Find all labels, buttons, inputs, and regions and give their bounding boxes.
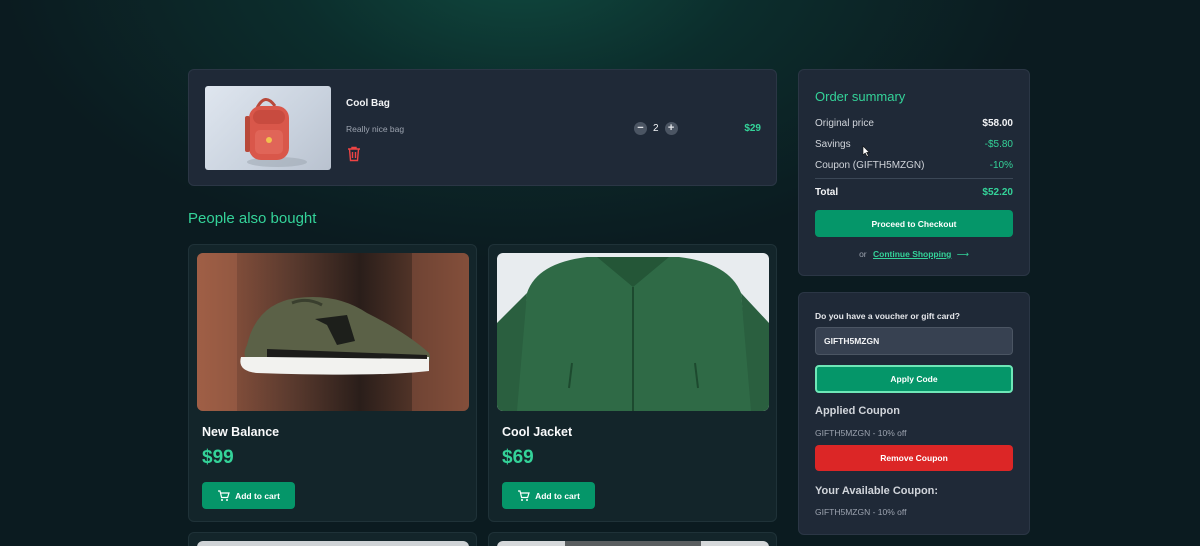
order-summary-title: Order summary [815,89,906,104]
applied-coupon-text: GIFTH5MZGN - 10% off [815,428,907,438]
continue-shopping-link[interactable]: Continue Shopping [873,249,951,259]
summary-row-savings: Savings -$5.80 [815,139,1013,150]
quantity-stepper: − 2 + [634,122,678,135]
product-image-cool-bag [205,86,331,170]
arrow-right-icon: ⟶ [956,249,969,259]
add-to-cart-button[interactable]: Add to cart [202,482,295,509]
voucher-question: Do you have a voucher or gift card? [815,311,961,321]
cart-icon [518,489,530,501]
voucher-code-input[interactable] [815,327,1013,355]
summary-divider [815,178,1013,179]
available-coupon-heading: Your Available Coupon: [815,485,939,497]
add-to-cart-button[interactable]: Add to cart [502,482,595,509]
cart-icon [218,489,230,501]
proceed-to-checkout-button[interactable]: Proceed to Checkout [815,210,1013,237]
mouse-cursor-icon [862,145,870,157]
summary-label: Savings [815,139,851,150]
product-image-new-balance[interactable] [197,253,469,411]
voucher-panel: Do you have a voucher or gift card? Appl… [798,292,1030,535]
product-card: New Balance $99 Add to cart [188,244,477,522]
plus-icon[interactable]: + [664,122,678,135]
order-summary-panel: Order summary Original price $58.00 Savi… [798,69,1030,276]
summary-row-coupon: Coupon (GIFTH5MZGN) -10% [815,160,1013,171]
product-image[interactable] [497,541,769,546]
continue-shopping-row: or Continue Shopping ⟶ [799,249,1029,260]
summary-value: -$5.80 [984,139,1013,150]
available-coupon-text: GIFTH5MZGN - 10% off [815,507,907,517]
total-label: Total [815,187,839,198]
summary-row-original-price: Original price $58.00 [815,118,1013,129]
apply-code-button[interactable]: Apply Code [815,365,1013,393]
cart-item-name: Cool Bag [346,98,390,109]
minus-icon[interactable]: − [634,122,647,135]
product-price: $99 [202,447,234,468]
quantity-value: 2 [653,123,659,134]
cart-item-price: $29 [744,123,761,134]
product-image[interactable] [197,541,469,546]
add-to-cart-label: Add to cart [535,490,580,501]
or-text: or [859,249,867,259]
cart-item-description: Really nice bag [346,124,405,134]
add-to-cart-label: Add to cart [235,490,280,501]
summary-value: $58.00 [982,118,1013,129]
product-card: Cool Jacket $69 Add to cart [488,244,777,522]
summary-label: Original price [815,118,874,129]
trash-icon[interactable] [347,146,361,162]
applied-coupon-heading: Applied Coupon [815,405,900,417]
summary-row-total: Total $52.20 [815,187,1013,198]
summary-label: Coupon (GIFTH5MZGN) [815,160,925,171]
product-name: Cool Jacket [502,425,573,439]
product-card [188,532,477,546]
total-value: $52.20 [982,187,1013,198]
section-title: People also bought [188,210,317,227]
product-card [488,532,777,546]
remove-coupon-button[interactable]: Remove Coupon [815,445,1013,471]
cart-item-card: Cool Bag Really nice bag − 2 + $29 [188,69,777,186]
product-name: New Balance [202,425,280,439]
product-image-cool-jacket[interactable] [497,253,769,411]
product-price: $69 [502,447,534,468]
summary-value: -10% [989,160,1013,171]
